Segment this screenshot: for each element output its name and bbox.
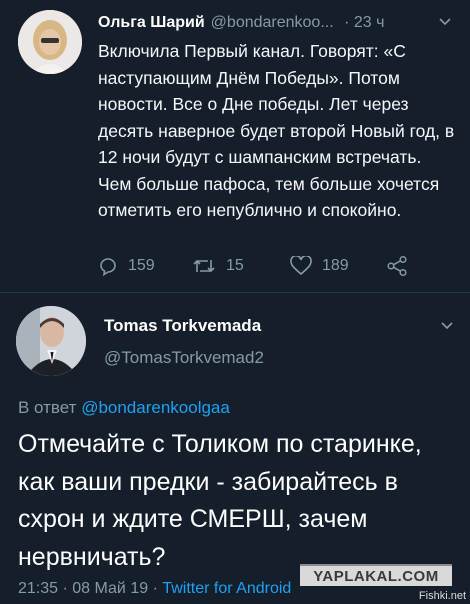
- divider: [0, 292, 470, 293]
- author-handle[interactable]: @TomasTorkvemad2: [104, 348, 264, 368]
- reply-button[interactable]: 159: [98, 254, 155, 278]
- author-name[interactable]: Tomas Torkvemada: [104, 316, 261, 336]
- retweet-button[interactable]: 15: [192, 254, 244, 278]
- fishki-watermark: Fishki.net: [418, 590, 466, 602]
- reply-handle-link[interactable]: @bondarenkoolgaa: [81, 398, 230, 417]
- retweet-count: 15: [226, 257, 244, 274]
- tweet-text: Включила Первый канал. Говорят: «С насту…: [98, 41, 455, 220]
- avatar-tomas[interactable]: [16, 306, 86, 376]
- tweet-date[interactable]: 08 Май 19: [72, 580, 148, 597]
- chevron-down-icon[interactable]: [438, 10, 452, 36]
- heart-icon: [290, 256, 312, 276]
- like-button[interactable]: 189: [290, 254, 349, 278]
- tweet-meta: 21:35 · 08 Май 19 · Twitter for Android: [18, 580, 292, 597]
- tweet-source-link[interactable]: Twitter for Android: [162, 580, 291, 597]
- tweet-actions: 159 15 189: [98, 254, 428, 278]
- tweet-time[interactable]: 21:35: [18, 580, 58, 597]
- chevron-down-icon[interactable]: [440, 318, 454, 335]
- tweet1-header: Ольга Шарий @bondarenkoo... · 23 ч: [98, 10, 458, 36]
- reply-count: 159: [128, 257, 155, 274]
- retweet-icon: [192, 256, 216, 276]
- reply-context: В ответ @bondarenkoolgaa: [18, 398, 230, 418]
- tweet-text: Отмечайте с Толиком по старинке, как ваш…: [18, 430, 422, 571]
- tweet-time[interactable]: 23 ч: [354, 14, 385, 31]
- yaplakal-watermark: YAPLAKAL.COM: [300, 564, 452, 586]
- share-icon: [386, 255, 408, 277]
- avatar-olga[interactable]: [18, 10, 82, 74]
- reply-prefix: В ответ: [18, 398, 77, 417]
- like-count: 189: [322, 257, 349, 274]
- reply-icon: [98, 256, 118, 276]
- author-name[interactable]: Ольга Шарий: [98, 14, 205, 31]
- share-button[interactable]: [386, 254, 408, 278]
- author-handle[interactable]: @bondarenkoo...: [211, 14, 334, 31]
